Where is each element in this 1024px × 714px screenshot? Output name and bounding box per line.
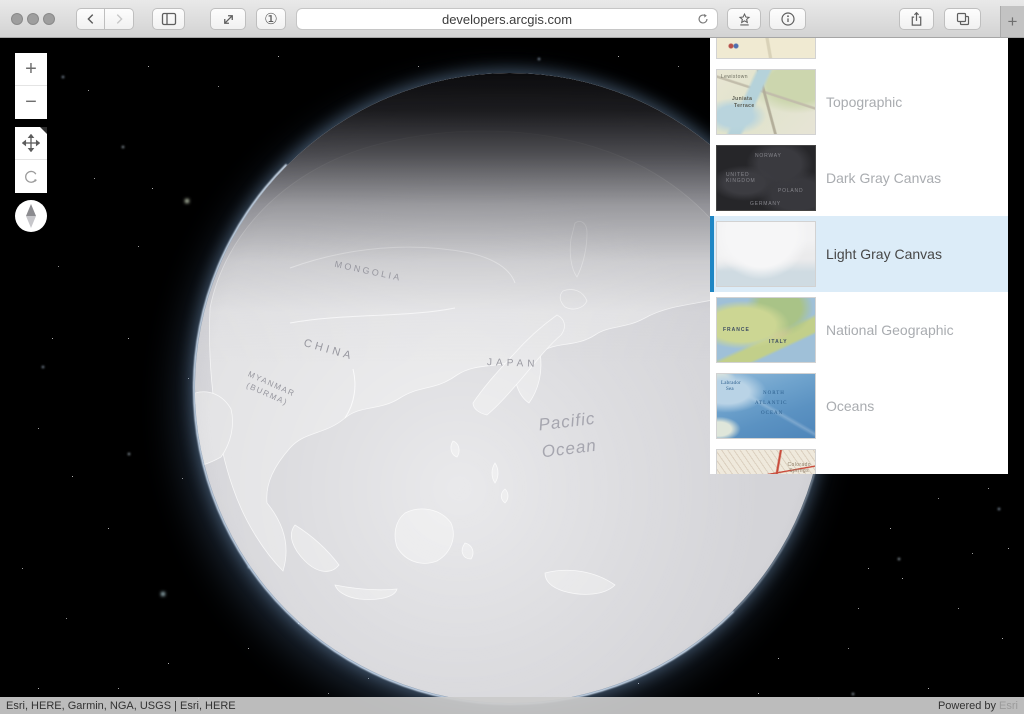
history-nav-group [76,8,134,30]
tab-overview-button[interactable] [944,8,981,30]
reload-button[interactable] [696,12,710,29]
streets-thumbnail [716,38,816,59]
basemap-label: Topographic [826,94,903,110]
thumb-label: GERMANY [750,201,781,207]
extension-button[interactable]: ① [256,8,286,30]
thumb-label: KINGDOM [726,178,756,184]
thumb-label: OCEAN [761,411,784,416]
compass-widget[interactable] [15,200,47,232]
basemap-list: Lewistown Juniata Terrace Topographic NO… [710,38,1008,474]
zoom-in-button[interactable]: + [15,53,47,86]
basemap-item-light-gray-canvas[interactable]: Light Gray Canvas [710,216,1008,292]
attribution-bar: Esri, HERE, Garmin, NGA, USGS | Esri, HE… [0,697,1024,714]
chevron-left-icon [86,14,93,24]
plus-icon: + [25,57,37,80]
url-text: developers.arcgis.com [441,11,573,27]
rotate-icon [25,170,37,183]
thumb-label: ITALY [769,339,788,345]
expand-button[interactable] [210,8,246,30]
basemap-gallery: Lewistown Juniata Terrace Topographic NO… [710,38,1008,474]
sidebar-icon [161,12,176,26]
scene-view[interactable]: MONGOLIA CHINA JAPAN MYANMAR (BURMA) Pac… [0,38,1024,714]
info-button[interactable] [769,8,806,30]
topographic-thumbnail: Lewistown Juniata Terrace [716,69,816,135]
basemap-item-national-geographic[interactable]: FRANCE ITALY National Geographic [710,292,1008,368]
thumb-label: Lewistown [721,74,748,80]
minus-icon: − [25,91,37,113]
extension-icon: ① [264,11,278,28]
thumb-label: NORTH [763,391,785,396]
basemap-label: National Geographic [826,322,954,338]
basemap-item-terrain[interactable]: Colorado Springs [710,444,1008,474]
tabs-icon [956,12,969,26]
chevron-right-icon [116,14,123,24]
thumb-label: Sea [726,387,734,392]
attribution-sources: Esri, HERE, Garmin, NGA, USGS | Esri, HE… [6,699,236,712]
compass-needle-icon [26,204,36,228]
basemap-item-topographic[interactable]: Lewistown Juniata Terrace Topographic [710,64,1008,140]
close-window-button[interactable] [11,13,23,25]
rotate-mode-button[interactable] [15,160,47,193]
favorites-button[interactable] [727,8,761,30]
powered-by: Powered by Esri [938,700,1018,712]
map-label-pacific-ocean: Pacific Ocean [537,405,600,466]
share-button[interactable] [899,8,934,30]
pan-mode-button[interactable] [15,127,47,160]
thumb-label: ATLANTIC [755,401,788,406]
pan-icon [22,134,40,152]
browser-toolbar: ① developers.arcgis.com + [0,0,1024,38]
oceans-thumbnail: Labrador Sea NORTH ATLANTIC OCEAN [716,373,816,439]
thumb-label: NORWAY [755,153,782,159]
plus-icon: + [1007,11,1018,31]
basemap-label: Light Gray Canvas [826,246,942,262]
thumb-label: POLAND [778,188,804,194]
light-gray-thumbnail [716,221,816,287]
basemap-item-streets[interactable] [710,38,1008,64]
thumb-label: Springs [789,468,809,474]
reload-icon [698,13,708,24]
thumb-label: FRANCE [723,327,750,333]
basemap-label: Oceans [826,398,875,414]
minimize-window-button[interactable] [27,13,39,25]
browser-window: ① developers.arcgis.com + MONGOLIA CHINA… [0,0,1024,714]
zoom-out-button[interactable]: − [15,86,47,119]
new-tab-button[interactable]: + [1000,6,1024,37]
basemap-item-dark-gray-canvas[interactable]: NORWAY UNITED KINGDOM POLAND GERMANY Dar… [710,140,1008,216]
url-field[interactable]: developers.arcgis.com [296,8,718,30]
dark-gray-thumbnail: NORWAY UNITED KINGDOM POLAND GERMANY [716,145,816,211]
zoom-widget: + − [15,53,47,119]
map-label-japan: JAPAN [486,357,539,370]
starfield-bright [0,38,2,40]
active-corner-marker [40,127,47,134]
terrain-thumbnail: Colorado Springs [716,449,816,474]
basemap-item-oceans[interactable]: Labrador Sea NORTH ATLANTIC OCEAN Oceans [710,368,1008,444]
national-geographic-thumbnail: FRANCE ITALY [716,297,816,363]
thumb-label: Juniata [732,96,753,102]
powered-by-esri-link[interactable]: Esri [999,700,1018,712]
info-icon [780,12,795,26]
navigation-toggle-widget [15,127,47,193]
basemap-label: Dark Gray Canvas [826,170,942,186]
powered-by-text: Powered by [937,699,997,712]
thumb-label: Terrace [734,103,755,109]
sidebar-toggle-button[interactable] [152,8,185,30]
star-underline-icon [738,12,750,26]
diagonal-resize-icon [223,14,233,24]
back-button[interactable] [76,8,105,30]
forward-button[interactable] [105,8,134,30]
share-icon [911,11,922,26]
zoom-window-button[interactable] [43,13,55,25]
